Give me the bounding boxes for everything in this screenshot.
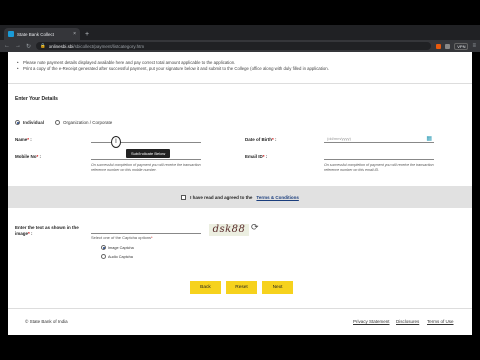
captcha-input[interactable] bbox=[91, 226, 201, 234]
tab-bar: State Bank Collect × + bbox=[0, 25, 480, 40]
menu-icon[interactable]: ≡ bbox=[472, 43, 476, 49]
terms-checkbox[interactable] bbox=[181, 194, 187, 200]
browser-toolbar: ← → ↻ 🔒 onlinesbi.sbi/sbicollect/payment… bbox=[0, 40, 480, 52]
mobile-note: On successful completion of payment you … bbox=[91, 163, 201, 172]
terms-link[interactable]: Terms & Conditions bbox=[256, 195, 298, 200]
payer-type-radios: Individual Organization / Corporate bbox=[15, 120, 112, 125]
reload-icon[interactable]: ↻ bbox=[26, 43, 31, 50]
radio-organization-label: Organization / Corporate bbox=[63, 120, 113, 125]
next-button[interactable]: Next bbox=[262, 281, 293, 294]
radio-image-captcha[interactable] bbox=[101, 245, 106, 250]
mobile-label: Mobile No* : bbox=[15, 154, 42, 159]
brave-shield-icon[interactable] bbox=[436, 43, 442, 49]
footer-divider bbox=[8, 308, 472, 309]
dob-label: Date of Birth* : bbox=[245, 137, 277, 142]
divider bbox=[8, 83, 472, 84]
extension-icon[interactable] bbox=[445, 43, 451, 49]
email-note: On successful completion of payment you … bbox=[324, 163, 434, 172]
vpn-button[interactable]: VPN bbox=[454, 42, 469, 50]
calendar-icon[interactable]: ▦ bbox=[426, 135, 432, 142]
captcha-label: Enter the text as shown in the image* : bbox=[15, 225, 79, 236]
privacy-link[interactable]: Privacy Statement bbox=[353, 319, 390, 324]
forward-arrow-icon[interactable]: → bbox=[15, 43, 21, 49]
url-host: onlinesbi.sbi bbox=[48, 43, 74, 49]
name-field[interactable] bbox=[91, 135, 201, 143]
refresh-icon[interactable]: ⟳ bbox=[251, 222, 259, 233]
section-title: Enter Your Details bbox=[15, 96, 58, 102]
dob-field[interactable]: (dd/mm/yyyy) ▦ bbox=[324, 135, 434, 143]
browser-window: State Bank Collect × + ← → ↻ 🔒 onlinesbi… bbox=[0, 25, 480, 52]
terms-of-use-link[interactable]: Terms of Use bbox=[427, 319, 454, 324]
footer-copyright: © State Bank of India bbox=[25, 319, 68, 324]
radio-individual-label: Individual bbox=[23, 120, 45, 125]
tab-close-icon[interactable]: × bbox=[73, 31, 76, 37]
disclosures-link[interactable]: Disclosures bbox=[396, 319, 419, 324]
instructions-list: Please note payment details displayed av… bbox=[15, 60, 465, 72]
text-cursor-icon: I bbox=[111, 136, 121, 148]
back-arrow-icon[interactable]: ← bbox=[4, 43, 10, 49]
back-button[interactable]: Back bbox=[190, 281, 221, 294]
sbi-favicon-icon bbox=[8, 31, 14, 37]
radio-individual[interactable] bbox=[15, 120, 20, 125]
email-field[interactable] bbox=[324, 152, 434, 160]
radio-audio-captcha[interactable] bbox=[101, 254, 106, 259]
captcha-option-audio[interactable]: Audio Captcha bbox=[101, 254, 133, 259]
tooltip: Sub/Indicate Below bbox=[126, 149, 171, 158]
name-label: Name* : bbox=[15, 137, 32, 142]
lock-icon: 🔒 bbox=[40, 43, 46, 48]
tab-title: State Bank Collect bbox=[17, 31, 55, 37]
address-bar[interactable]: 🔒 onlinesbi.sbi/sbicollect/payment/listc… bbox=[36, 42, 432, 50]
reset-button[interactable]: Reset bbox=[226, 281, 257, 294]
instruction-item: Print a copy of the e-Receipt generated … bbox=[15, 66, 465, 72]
terms-agree-bar: I have read and agreed to the Terms & Co… bbox=[8, 186, 472, 208]
captcha-image: dsk88 bbox=[209, 224, 249, 236]
new-tab-button[interactable]: + bbox=[85, 31, 89, 38]
captcha-select-label: Select one of the Captcha options* bbox=[91, 235, 153, 240]
url-path: /sbicollect/payment/listcategory.htm bbox=[73, 43, 145, 49]
radio-organization[interactable] bbox=[55, 120, 61, 125]
browser-tab[interactable]: State Bank Collect × bbox=[4, 28, 80, 40]
terms-agree-text: I have read and agreed to the bbox=[190, 194, 253, 200]
dob-placeholder: (dd/mm/yyyy) bbox=[327, 136, 351, 141]
page-content: Please note payment details displayed av… bbox=[8, 52, 472, 335]
captcha-option-image[interactable]: Image Captcha bbox=[101, 245, 134, 250]
email-label: Email ID* : bbox=[245, 154, 268, 159]
